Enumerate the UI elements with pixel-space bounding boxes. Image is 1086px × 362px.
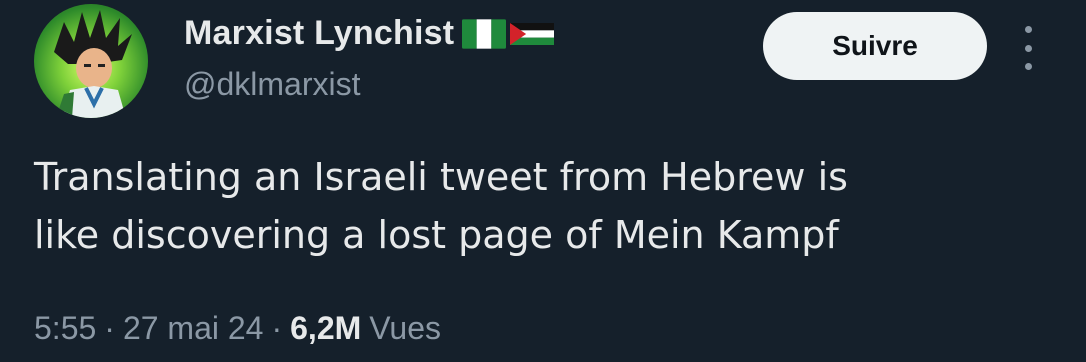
- follow-button[interactable]: Suivre: [763, 12, 987, 80]
- tweet-meta: 5:55 · 27 mai 24 · 6,2M Vues: [34, 310, 441, 347]
- avatar[interactable]: [34, 4, 148, 118]
- flag-emojis: [462, 18, 555, 49]
- more-dot: [1024, 63, 1032, 70]
- more-dot: [1024, 26, 1032, 33]
- meta-separator: ·: [271, 310, 283, 346]
- views-count[interactable]: 6,2M: [290, 310, 361, 347]
- tweet-text: Translating an Israeli tweet from Hebrew…: [34, 155, 848, 257]
- tweet-date[interactable]: 27 mai 24: [123, 310, 264, 347]
- meta-separator: ·: [104, 310, 115, 346]
- tweet-time[interactable]: 5:55: [34, 310, 96, 347]
- author-handle[interactable]: @dklmarxist: [184, 66, 361, 103]
- more-dot: [1024, 44, 1032, 52]
- display-name[interactable]: Marxist Lynchist: [184, 14, 454, 53]
- more-vertical-icon[interactable]: [1018, 26, 1038, 70]
- views-label: Vues: [369, 310, 442, 346]
- palestine-flag-icon: [510, 19, 555, 49]
- nigeria-flag-icon: [462, 18, 507, 49]
- author-name-row: Marxist Lynchist: [184, 14, 555, 53]
- anime-character-avatar: [54, 10, 132, 118]
